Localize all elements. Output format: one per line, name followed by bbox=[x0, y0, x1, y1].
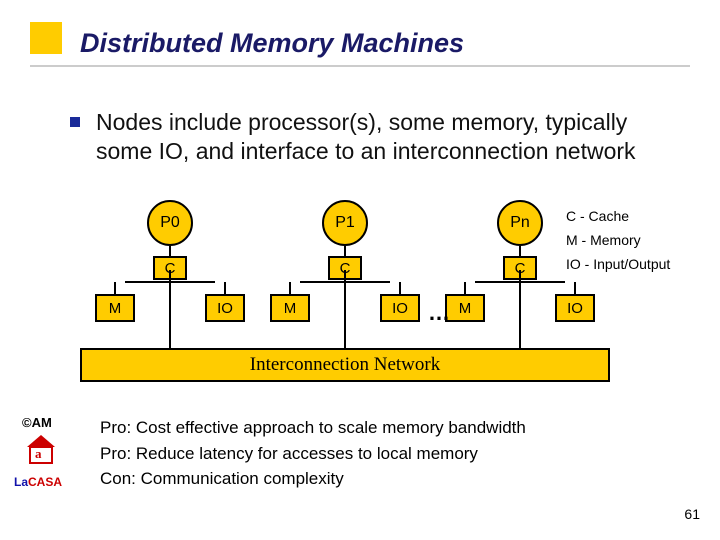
legend-memory: M - Memory bbox=[566, 229, 670, 253]
con-1: Con: Communication complexity bbox=[100, 466, 526, 492]
title-underline bbox=[30, 65, 690, 67]
ellipsis: … bbox=[428, 300, 450, 326]
memory-box: M bbox=[95, 294, 135, 322]
connector bbox=[344, 246, 346, 256]
footer-la: La bbox=[14, 475, 28, 489]
title-accent-square bbox=[30, 22, 62, 54]
bullet-square-icon bbox=[70, 117, 80, 127]
pro-1: Pro: Cost effective approach to scale me… bbox=[100, 415, 526, 441]
connector bbox=[399, 282, 401, 294]
io-box: IO bbox=[205, 294, 245, 322]
pros-cons-list: Pro: Cost effective approach to scale me… bbox=[100, 415, 526, 492]
footer-copyright: ©AM bbox=[22, 415, 52, 430]
footer-lacasa-label: LaCASA bbox=[14, 475, 62, 489]
connector bbox=[464, 282, 466, 294]
pro-2: Pro: Reduce latency for accesses to loca… bbox=[100, 441, 526, 467]
body-bullet-row: Nodes include processor(s), some memory,… bbox=[70, 108, 680, 166]
memory-box: M bbox=[445, 294, 485, 322]
processor-pn: Pn bbox=[497, 200, 543, 246]
body-bullet-text: Nodes include processor(s), some memory,… bbox=[96, 108, 680, 166]
footer-casa: CASA bbox=[28, 475, 62, 489]
connector bbox=[574, 282, 576, 294]
diagram-legend: C - Cache M - Memory IO - Input/Output bbox=[566, 205, 670, 276]
page-title: Distributed Memory Machines bbox=[80, 28, 464, 59]
io-box: IO bbox=[555, 294, 595, 322]
memory-box: M bbox=[270, 294, 310, 322]
interconnection-network-box: Interconnection Network bbox=[80, 348, 610, 382]
connector bbox=[519, 280, 521, 348]
legend-io: IO - Input/Output bbox=[566, 253, 670, 277]
connector bbox=[519, 246, 521, 256]
connector bbox=[344, 280, 346, 348]
connector bbox=[169, 280, 171, 348]
connector bbox=[289, 282, 291, 294]
legend-cache: C - Cache bbox=[566, 205, 670, 229]
connector bbox=[114, 282, 116, 294]
footer-logo-icon: a bbox=[22, 435, 60, 470]
page-number: 61 bbox=[684, 506, 700, 522]
processor-p1: P1 bbox=[322, 200, 368, 246]
connector bbox=[224, 282, 226, 294]
processor-p0: P0 bbox=[147, 200, 193, 246]
connector bbox=[169, 246, 171, 256]
io-box: IO bbox=[380, 294, 420, 322]
